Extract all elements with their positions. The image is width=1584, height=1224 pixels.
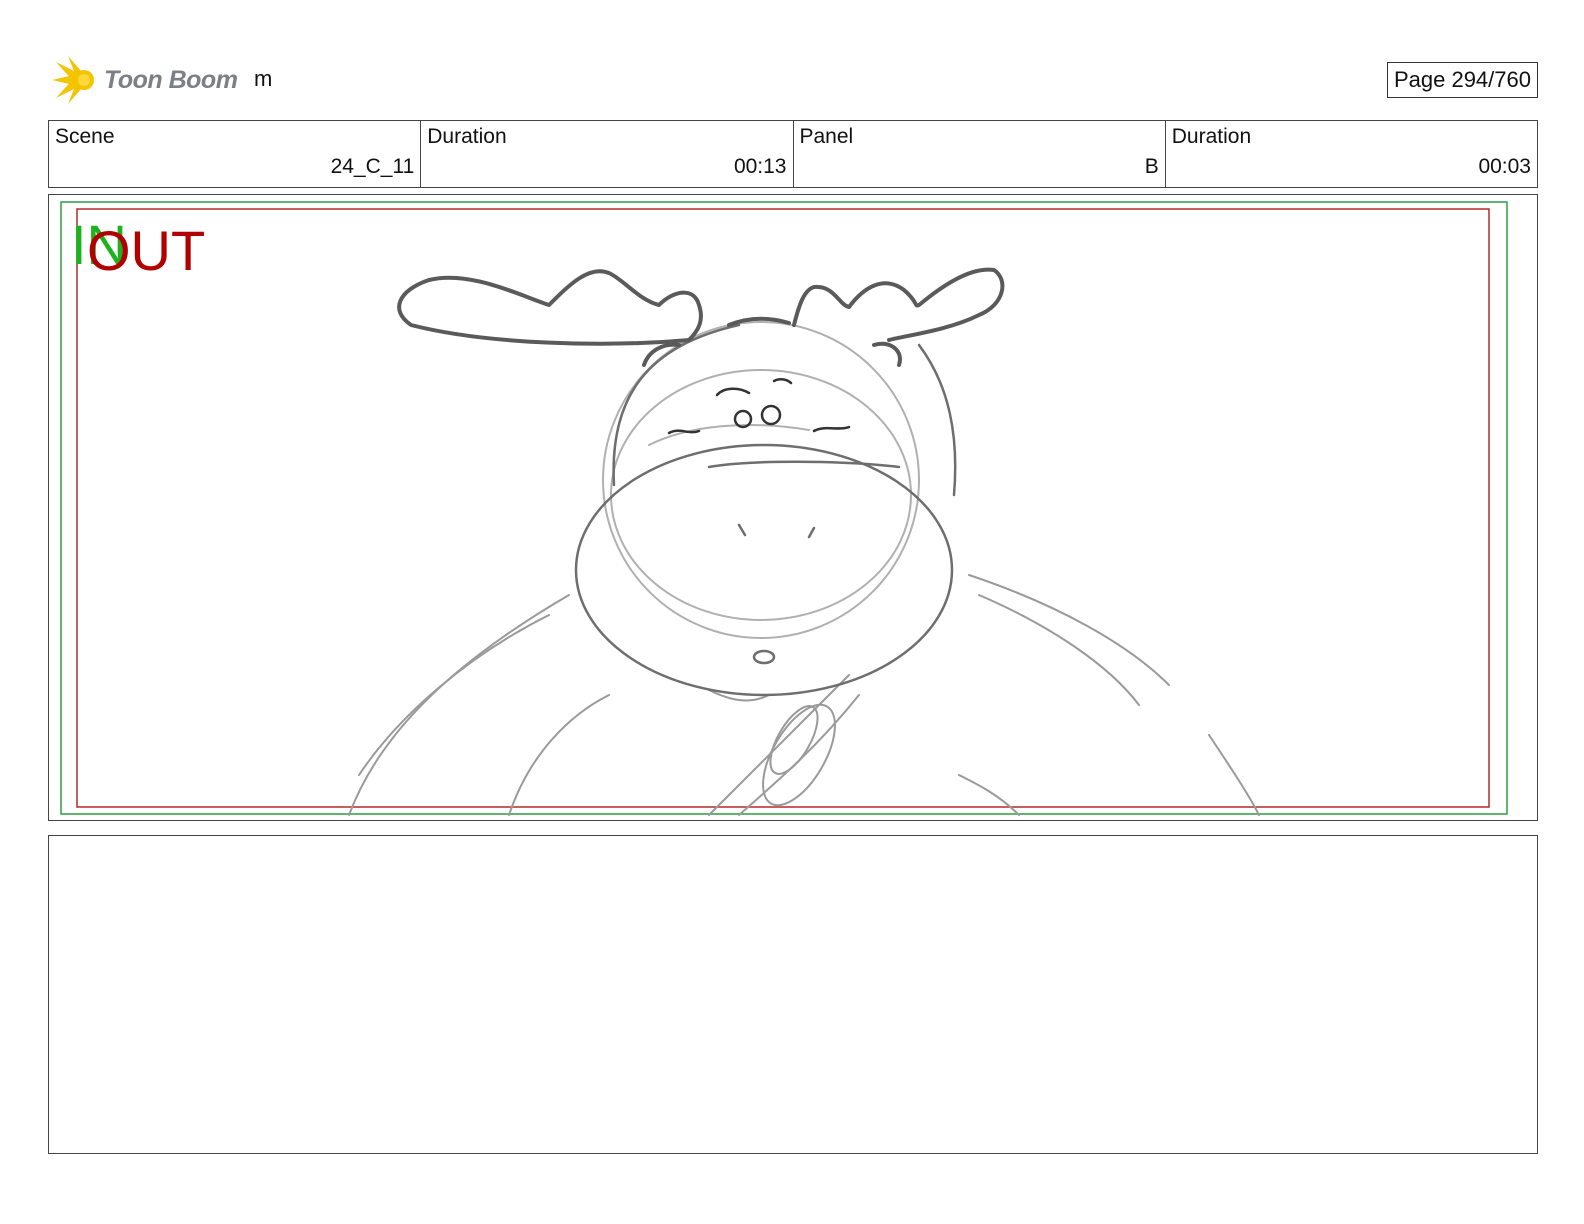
scene-duration-label: Duration <box>427 125 507 148</box>
scene-duration-value: 00:13 <box>733 155 787 178</box>
logo-text: Toon Boom <box>104 66 238 94</box>
panel-duration-value: 00:03 <box>1478 155 1531 178</box>
safe-frame-red <box>76 208 1490 808</box>
scene-label: Scene <box>55 125 115 148</box>
scene-value: 24_C_11 <box>330 155 415 178</box>
panel-label: Panel <box>799 125 854 148</box>
scene-duration-cell: Duration 00:13 <box>421 121 794 187</box>
scene-info-table: Scene 24_C_11 Duration 00:13 Panel B Dur… <box>48 120 1538 188</box>
out-marker: OUT <box>87 219 206 282</box>
panel-notes-box <box>48 835 1538 1154</box>
panel-duration-label: Duration <box>1171 125 1252 148</box>
panel-duration-cell: Duration 00:03 <box>1166 121 1537 187</box>
panel-cell: Panel B <box>794 121 1166 187</box>
toon-boom-logo: Toon Boom <box>48 54 248 106</box>
moose-sketch <box>348 267 1260 816</box>
page-counter: Page 294/760 <box>1386 62 1538 98</box>
panel-value: B <box>1144 155 1159 178</box>
scene-cell: Scene 24_C_11 <box>49 121 422 187</box>
panel-drawing <box>60 201 1508 816</box>
starburst-icon <box>52 56 94 104</box>
safe-frame-green <box>60 201 1508 815</box>
page-header: Toon Boom m Page 294/760 <box>48 52 1538 108</box>
storyboard-panel: IN OUT <box>48 194 1538 821</box>
project-name: m <box>254 66 273 91</box>
